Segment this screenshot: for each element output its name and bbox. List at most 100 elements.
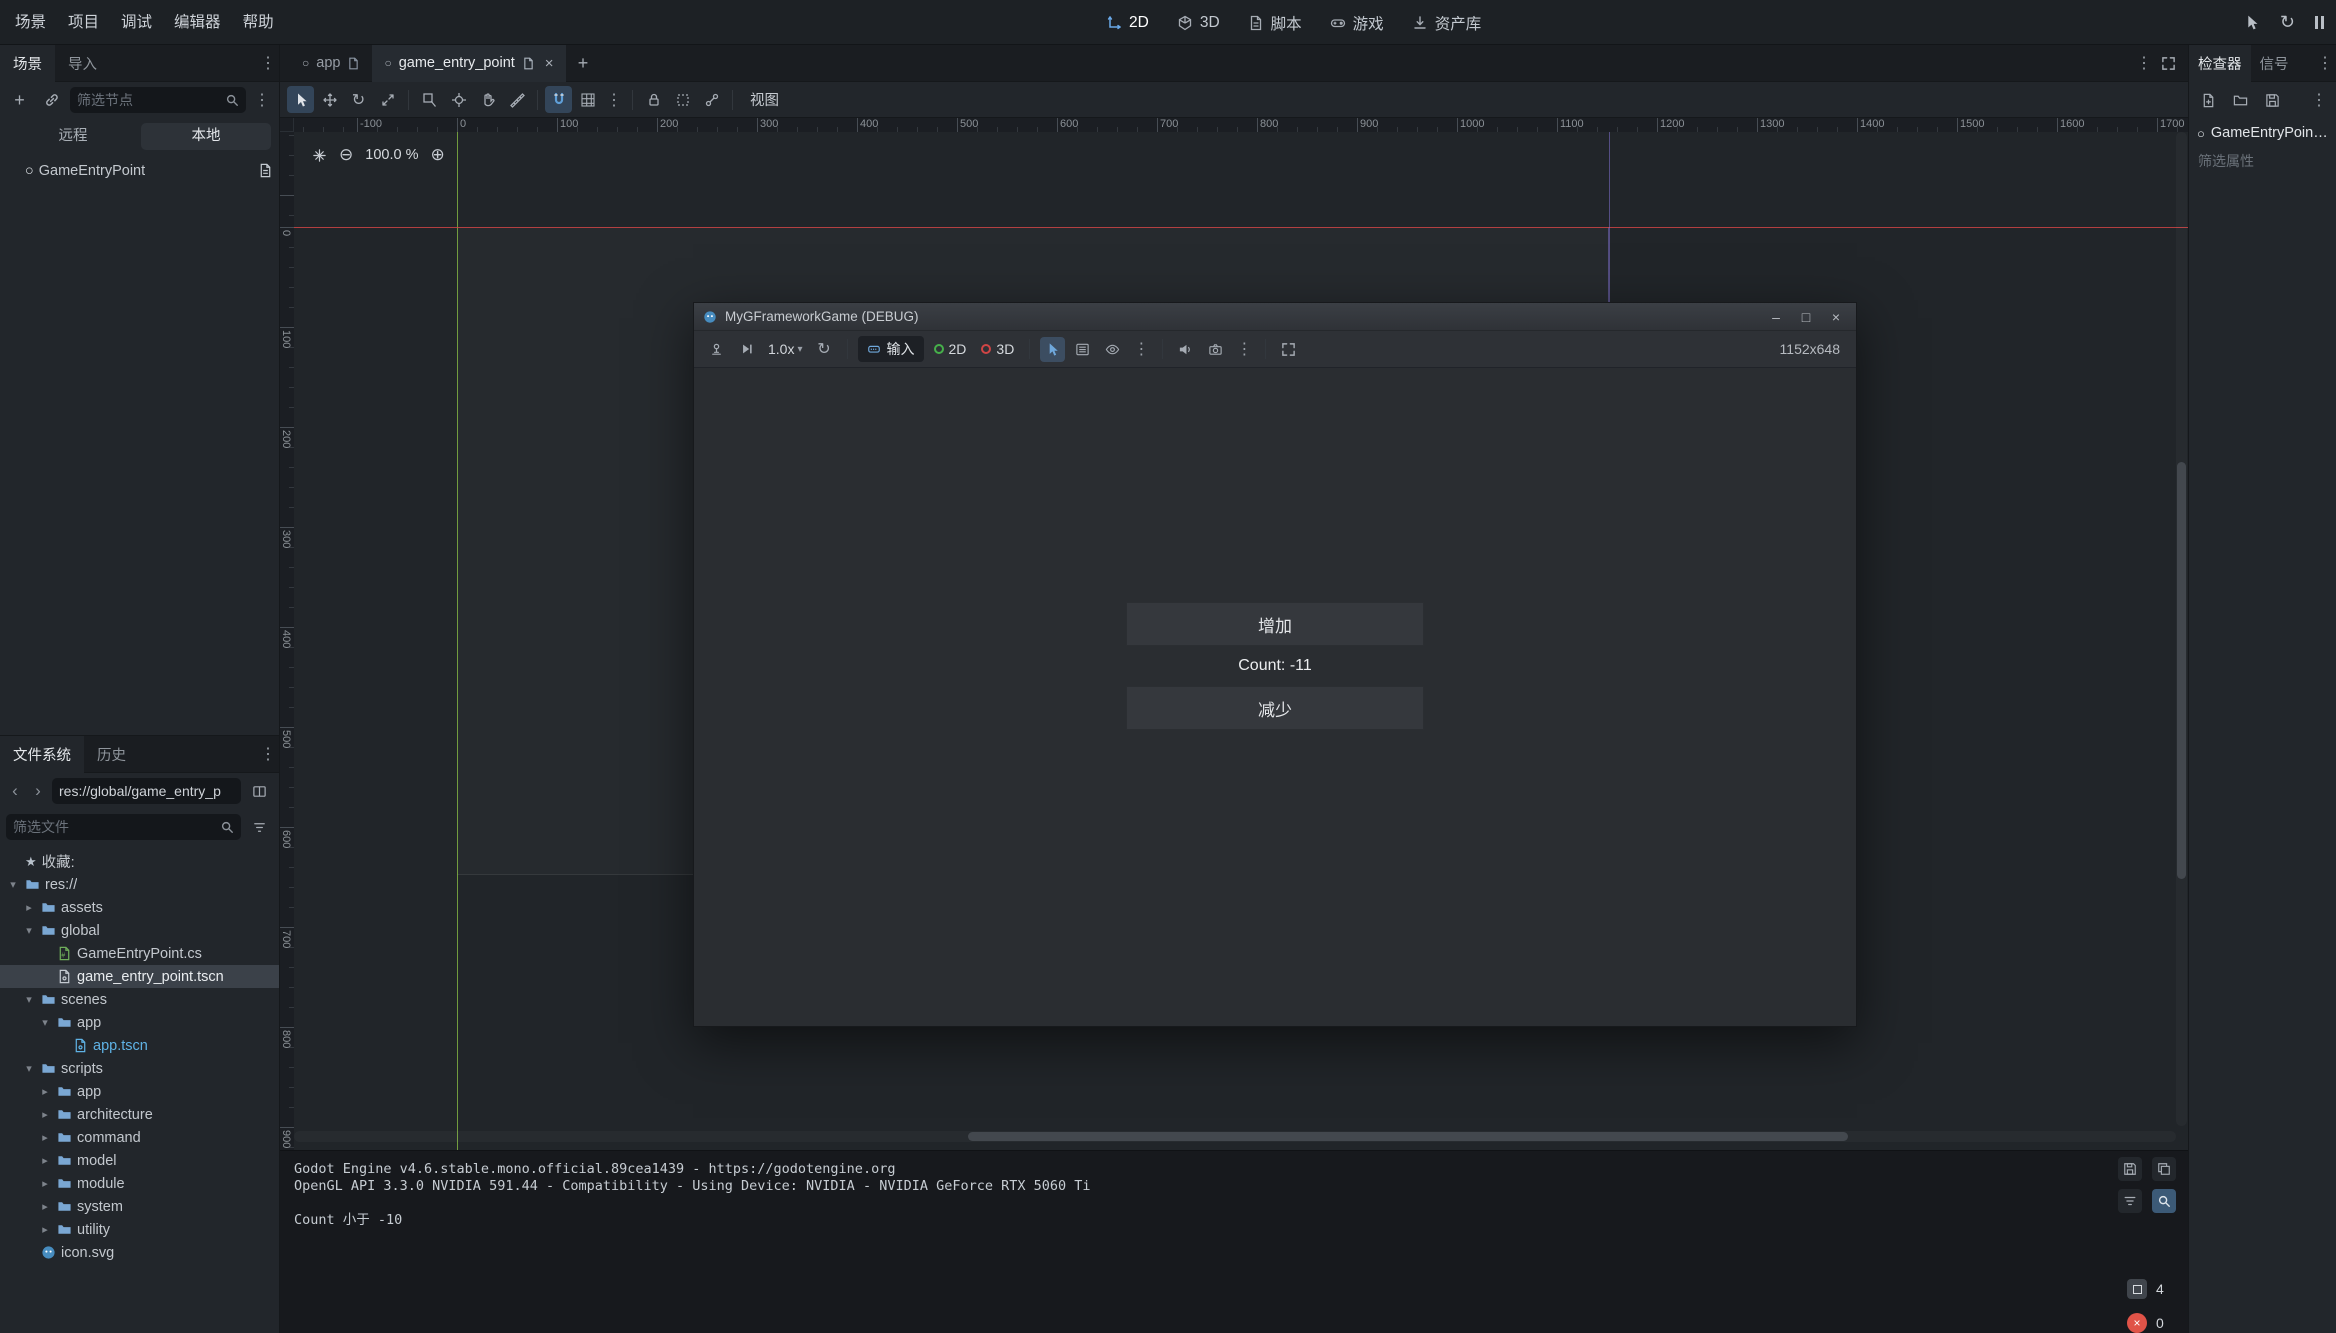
increase-button[interactable]: 增加 bbox=[1126, 602, 1424, 646]
file-tree-item[interactable]: ▸ app bbox=[0, 1080, 279, 1103]
tabbar-menu-icon[interactable]: ⋮ bbox=[2133, 53, 2155, 73]
rotate-tool-icon[interactable]: ↻ bbox=[345, 86, 372, 113]
attached-script-icon[interactable] bbox=[258, 163, 273, 178]
horizontal-scrollbar[interactable] bbox=[294, 1131, 2176, 1142]
tab-import[interactable]: 导入 bbox=[55, 45, 110, 82]
tab-local[interactable]: 本地 bbox=[141, 123, 271, 150]
workspace-script[interactable]: 脚本 bbox=[1248, 12, 1302, 34]
scene-tree-node-root[interactable]: ○ GameEntryPoint bbox=[0, 159, 279, 182]
scene-tab-game-entry-point[interactable]: ○ game_entry_point × bbox=[372, 45, 565, 82]
tab-signals[interactable]: 信号 bbox=[2251, 45, 2298, 82]
speed-dropdown[interactable]: 1.0x ▾ bbox=[764, 341, 807, 357]
expand-arrow[interactable]: ▸ bbox=[38, 1108, 52, 1121]
minimize-icon[interactable]: – bbox=[1765, 309, 1787, 325]
workspace-assetlib[interactable]: 资产库 bbox=[1412, 12, 1482, 34]
view-menu[interactable]: 视图 bbox=[740, 89, 789, 110]
filter-files-field[interactable] bbox=[6, 814, 241, 840]
filter-nodes-input[interactable] bbox=[77, 92, 220, 108]
skeleton-icon[interactable] bbox=[698, 86, 725, 113]
filter-nodes-field[interactable] bbox=[70, 87, 246, 113]
workspace-3d[interactable]: 3D bbox=[1177, 14, 1220, 32]
messages-badge[interactable]: 4 bbox=[2127, 1279, 2172, 1299]
filter-properties[interactable]: 筛选属性 bbox=[2189, 145, 2336, 177]
smart-snap-icon[interactable] bbox=[545, 86, 572, 113]
mode-2d-button[interactable]: 2D bbox=[929, 341, 972, 357]
camera-override-icon[interactable] bbox=[1203, 337, 1228, 362]
pause-icon[interactable] bbox=[2315, 16, 2324, 29]
file-tree-item[interactable]: ▸ module bbox=[0, 1172, 279, 1195]
joystick-icon[interactable] bbox=[704, 337, 729, 362]
file-tree-item-open-scene[interactable]: app.tscn bbox=[0, 1034, 279, 1057]
visibility-eye-icon[interactable] bbox=[1100, 337, 1125, 362]
2d-viewport[interactable]: -100010020030040050060070080090010001100… bbox=[280, 118, 2188, 1150]
camera-options-icon[interactable]: ⋮ bbox=[1233, 339, 1255, 359]
vertical-scrollbar[interactable] bbox=[2176, 132, 2187, 1126]
expand-arrow[interactable]: ▾ bbox=[22, 924, 36, 937]
file-tree-favorites[interactable]: ★ 收藏: bbox=[0, 850, 279, 873]
file-tree-item[interactable]: ▾ scenes bbox=[0, 988, 279, 1011]
nav-forward-icon[interactable]: › bbox=[29, 781, 47, 801]
zoom-in-icon[interactable]: ⊕ bbox=[430, 145, 444, 165]
dock-menu-icon[interactable]: ⋮ bbox=[257, 53, 279, 73]
workspace-2d[interactable]: 2D bbox=[1106, 14, 1149, 32]
game-window-titlebar[interactable]: MyGFrameworkGame (DEBUG) – □ × bbox=[694, 303, 1856, 331]
menu-project[interactable]: 项目 bbox=[57, 1, 110, 44]
split-view-icon[interactable] bbox=[246, 778, 273, 805]
file-tree-item[interactable]: ▸ architecture bbox=[0, 1103, 279, 1126]
menu-debug[interactable]: 调试 bbox=[110, 1, 163, 44]
close-tab-icon[interactable]: × bbox=[545, 55, 554, 72]
errors-badge[interactable]: × 0 bbox=[2127, 1313, 2172, 1333]
expand-arrow[interactable]: ▸ bbox=[38, 1177, 52, 1190]
next-frame-icon[interactable] bbox=[734, 337, 759, 362]
tab-history[interactable]: 历史 bbox=[84, 736, 139, 773]
horizontal-scrollbar-thumb[interactable] bbox=[968, 1132, 1848, 1141]
scale-tool-icon[interactable] bbox=[374, 86, 401, 113]
path-input[interactable] bbox=[59, 783, 234, 799]
scene-tab-app[interactable]: ○ app bbox=[290, 45, 372, 82]
inspected-node[interactable]: ○ GameEntryPoint... bbox=[2189, 118, 2336, 145]
zoom-out-icon[interactable]: ⊖ bbox=[339, 145, 353, 165]
pivot-tool-icon[interactable] bbox=[445, 86, 472, 113]
menu-editor[interactable]: 编辑器 bbox=[163, 1, 232, 44]
save-log-icon[interactable] bbox=[2118, 1157, 2142, 1181]
snap-options-icon[interactable]: ⋮ bbox=[603, 90, 625, 110]
fullscreen-icon[interactable] bbox=[1276, 337, 1301, 362]
ruler-tool-icon[interactable] bbox=[503, 86, 530, 113]
expand-arrow[interactable]: ▾ bbox=[38, 1016, 52, 1029]
nav-back-icon[interactable]: ‹ bbox=[6, 781, 24, 801]
mode-3d-button[interactable]: 3D bbox=[976, 341, 1019, 357]
instance-scene-button[interactable] bbox=[38, 87, 65, 114]
list-select-tool-icon[interactable] bbox=[416, 86, 443, 113]
audio-mute-icon[interactable] bbox=[1173, 337, 1198, 362]
file-tree-item[interactable]: ▾ global bbox=[0, 919, 279, 942]
expand-arrow[interactable]: ▾ bbox=[6, 878, 20, 891]
add-node-button[interactable]: + bbox=[6, 87, 33, 114]
filter-files-input[interactable] bbox=[13, 819, 215, 835]
game-debug-window[interactable]: MyGFrameworkGame (DEBUG) – □ × 1.0x ▾ ↻ bbox=[693, 302, 1857, 1027]
expand-arrow[interactable]: ▸ bbox=[38, 1154, 52, 1167]
select-mode-icon[interactable] bbox=[2243, 14, 2260, 31]
new-scene-tab-button[interactable]: + bbox=[570, 50, 597, 77]
pick-options-icon[interactable]: ⋮ bbox=[1130, 339, 1152, 359]
menu-help[interactable]: 帮助 bbox=[232, 1, 285, 44]
decrease-button[interactable]: 减少 bbox=[1126, 686, 1424, 730]
expand-arrow[interactable]: ▸ bbox=[38, 1223, 52, 1236]
workspace-game[interactable]: 游戏 bbox=[1330, 12, 1384, 34]
expand-arrow[interactable]: ▸ bbox=[22, 901, 36, 914]
file-tree-item[interactable]: ▸ system bbox=[0, 1195, 279, 1218]
file-tree-item[interactable]: ▸ model bbox=[0, 1149, 279, 1172]
center-view-icon[interactable] bbox=[312, 148, 327, 163]
pick-list-icon[interactable] bbox=[1070, 337, 1095, 362]
file-tree-item[interactable]: ▸ utility bbox=[0, 1218, 279, 1241]
maximize-icon[interactable]: □ bbox=[1795, 309, 1817, 325]
grid-snap-icon[interactable] bbox=[574, 86, 601, 113]
move-tool-icon[interactable] bbox=[316, 86, 343, 113]
search-log-icon[interactable] bbox=[2152, 1189, 2176, 1213]
file-tree-item[interactable]: ▸ command bbox=[0, 1126, 279, 1149]
inspector-dock-menu-icon[interactable]: ⋮ bbox=[2314, 53, 2336, 73]
tab-remote[interactable]: 远程 bbox=[8, 123, 138, 150]
tab-inspector[interactable]: 检查器 bbox=[2189, 45, 2251, 82]
new-resource-icon[interactable] bbox=[2195, 87, 2222, 114]
file-tree-item[interactable]: ▾ res:// bbox=[0, 873, 279, 896]
copy-log-icon[interactable] bbox=[2152, 1157, 2176, 1181]
